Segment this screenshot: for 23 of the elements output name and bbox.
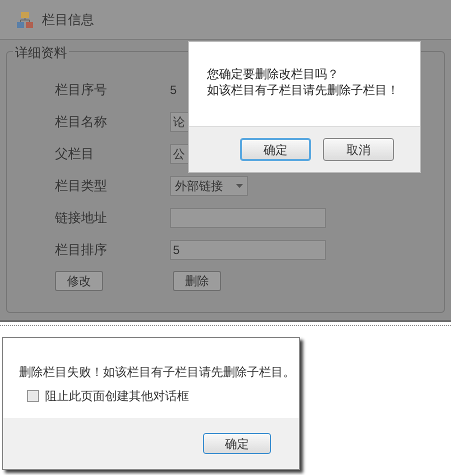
field-label: 栏目类型 [55, 177, 108, 196]
field-label: 栏目名称 [55, 113, 108, 132]
dialog-message: 您确定要删除改栏目吗？ [207, 66, 340, 82]
alert-message: 删除栏目失败！如该栏目有子栏目请先删除子栏目。 [19, 364, 296, 381]
checkbox[interactable] [27, 390, 39, 402]
panel-title: 栏目信息 [42, 10, 94, 29]
dialog-message: 如该栏目有子栏目请先删除子栏目！ [207, 82, 400, 98]
form-button[interactable]: 删除 [173, 271, 221, 291]
field-value: 5 [170, 82, 177, 99]
form-button[interactable]: 修改 [55, 271, 103, 291]
dialog-button[interactable]: 确定 [240, 138, 311, 161]
sitemap-icon [16, 10, 34, 28]
field-label: 链接地址 [55, 209, 108, 228]
input-field[interactable]: 5 [170, 240, 326, 260]
input-field[interactable] [170, 208, 326, 228]
select-field[interactable]: 外部链接 [170, 176, 248, 196]
dialog-button[interactable]: 取消 [323, 138, 394, 161]
field-label: 栏目序号 [55, 81, 108, 100]
ok-button[interactable]: 确定 [203, 433, 271, 454]
field-label: 栏目排序 [55, 241, 108, 260]
checkbox-label[interactable]: 阻止此页面创建其他对话框 [45, 387, 189, 405]
caret-icon [236, 184, 243, 188]
field-label: 父栏目 [55, 145, 95, 164]
